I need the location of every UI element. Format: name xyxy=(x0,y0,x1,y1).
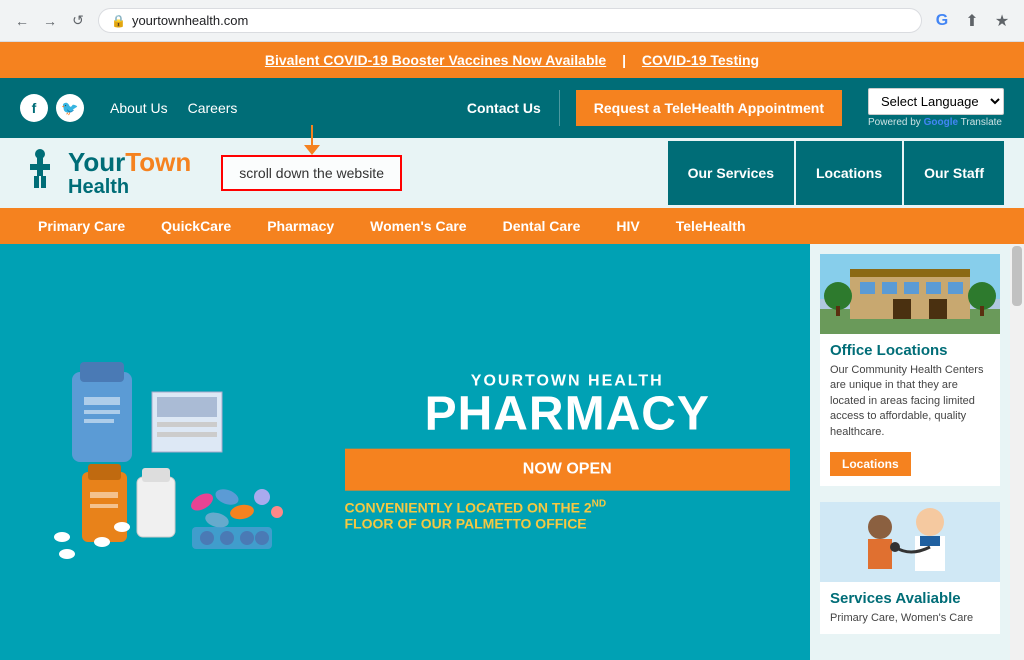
google-button[interactable]: G xyxy=(930,9,954,33)
subnav-womens-care[interactable]: Women's Care xyxy=(352,208,484,244)
building-svg xyxy=(820,254,1000,334)
office-locations-card: Office Locations Our Community Health Ce… xyxy=(820,254,1000,486)
logo-icon xyxy=(20,148,60,198)
arrow-line xyxy=(311,125,313,145)
annotation-box: scroll down the website xyxy=(221,155,402,191)
office-locations-text: Our Community Health Centers are unique … xyxy=(820,363,1000,448)
logo-area: YourTown Health xyxy=(20,148,211,199)
sidebar-locations-button[interactable]: Locations xyxy=(830,452,911,476)
powered-by: Powered by Google Translate xyxy=(868,117,1004,128)
forward-button[interactable]: → xyxy=(38,9,62,33)
about-us-link[interactable]: About Us xyxy=(110,100,168,116)
subnav-hiv[interactable]: HIV xyxy=(598,208,657,244)
careers-link[interactable]: Careers xyxy=(188,100,238,116)
arrow-head xyxy=(304,145,320,155)
bookmark-button[interactable]: ★ xyxy=(990,9,1014,33)
hero-pills-illustration xyxy=(0,244,365,660)
subnav-dental-care[interactable]: Dental Care xyxy=(485,208,599,244)
social-icons: f 🐦 xyxy=(20,94,84,122)
scrollbar-thumb[interactable] xyxy=(1012,246,1022,306)
browser-chrome: ← → ↺ 🔒 yourtownhealth.com G ⬆ ★ xyxy=(0,0,1024,42)
services-image xyxy=(820,502,1000,582)
sidebar: Office Locations Our Community Health Ce… xyxy=(810,244,1010,660)
url-text: yourtownhealth.com xyxy=(132,13,248,28)
office-locations-image xyxy=(820,254,1000,334)
top-banner: Bivalent COVID-19 Booster Vaccines Now A… xyxy=(0,42,1024,78)
language-selector: Select Language Powered by Google Transl… xyxy=(868,88,1004,128)
pills-svg xyxy=(42,342,322,562)
subnav-primary-care[interactable]: Primary Care xyxy=(20,208,143,244)
our-services-button[interactable]: Our Services xyxy=(668,141,794,205)
subnav-pharmacy[interactable]: Pharmacy xyxy=(249,208,352,244)
facebook-icon[interactable]: f xyxy=(20,94,48,122)
hero-title: PHARMACY xyxy=(345,391,791,439)
hero-section: YOURTOWN HEALTH PHARMACY NOW OPEN CONVEN… xyxy=(0,244,810,660)
annotation-arrow xyxy=(304,125,320,155)
hero-open-button[interactable]: NOW OPEN xyxy=(345,449,791,491)
logo-town: Town xyxy=(125,147,191,177)
services-card: Services Avaliable Primary Care, Women's… xyxy=(820,502,1000,634)
header-nav: About Us Careers xyxy=(110,100,237,116)
telehealth-button[interactable]: Request a TeleHealth Appointment xyxy=(576,90,842,126)
doctor-svg xyxy=(820,502,1000,582)
locations-button[interactable]: Locations xyxy=(796,141,902,205)
main-header: f 🐦 About Us Careers Contact Us Request … xyxy=(0,78,1024,138)
banner-separator: | xyxy=(622,52,626,68)
browser-nav-buttons: ← → ↺ xyxy=(10,9,90,33)
vaccine-link[interactable]: Bivalent COVID-19 Booster Vaccines Now A… xyxy=(265,52,606,68)
contact-us-button[interactable]: Contact Us xyxy=(449,90,560,126)
refresh-button[interactable]: ↺ xyxy=(66,9,90,33)
google-label: Google xyxy=(924,117,958,128)
subnav-quickcare[interactable]: QuickCare xyxy=(143,208,249,244)
hero-footer-text: CONVENIENTLY LOCATED ON THE 2ND FLOOR OF… xyxy=(345,499,791,532)
hero-content: YOURTOWN HEALTH PHARMACY NOW OPEN CONVEN… xyxy=(345,373,791,532)
services-subtitle: Primary Care, Women's Care xyxy=(820,611,1000,634)
logo-text: YourTown Health xyxy=(68,148,191,199)
nav-bar: YourTown Health scroll down the website … xyxy=(0,138,1024,208)
annotation-container: scroll down the website xyxy=(221,155,402,191)
hero-footer-text1: CONVENIENTLY LOCATED ON THE 2 xyxy=(345,500,592,516)
sub-nav: Primary Care QuickCare Pharmacy Women's … xyxy=(0,208,1024,244)
our-staff-button[interactable]: Our Staff xyxy=(904,141,1004,205)
translate-label: Translate xyxy=(961,117,1002,128)
browser-actions: G ⬆ ★ xyxy=(930,9,1014,33)
scrollbar[interactable] xyxy=(1010,244,1024,660)
share-button[interactable]: ⬆ xyxy=(960,9,984,33)
annotation-text: scroll down the website xyxy=(239,165,384,181)
subnav-telehealth[interactable]: TeleHealth xyxy=(658,208,764,244)
services-title: Services Avaliable xyxy=(820,582,1000,611)
testing-link[interactable]: COVID-19 Testing xyxy=(642,52,759,68)
back-button[interactable]: ← xyxy=(10,9,34,33)
language-select[interactable]: Select Language xyxy=(868,88,1004,115)
hero-footer-text2: FLOOR OF OUR PALMETTO OFFICE xyxy=(345,516,587,532)
logo-your: Your xyxy=(68,147,125,177)
nav-links: Our Services Locations Our Staff xyxy=(668,141,1004,205)
address-bar[interactable]: 🔒 yourtownhealth.com xyxy=(98,8,922,33)
twitter-icon[interactable]: 🐦 xyxy=(56,94,84,122)
hero-sup: ND xyxy=(592,499,606,510)
office-locations-title: Office Locations xyxy=(820,334,1000,363)
logo-health: Health xyxy=(68,176,191,198)
main-content: YOURTOWN HEALTH PHARMACY NOW OPEN CONVEN… xyxy=(0,244,1024,660)
lock-icon: 🔒 xyxy=(111,14,126,28)
